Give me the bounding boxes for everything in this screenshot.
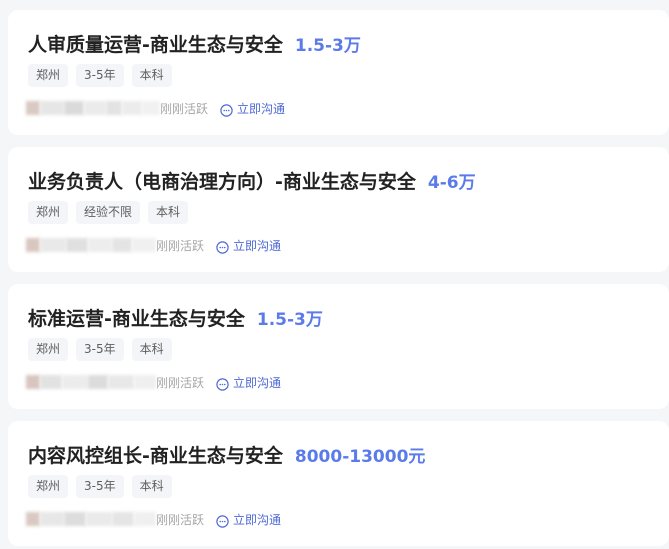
blurred-recruiter-info — [26, 372, 156, 392]
job-salary: 8000-13000元 — [294, 446, 426, 467]
chat-now-label: 立即沟通 — [237, 101, 286, 116]
active-status: 刚刚活跃 — [156, 238, 205, 253]
job-title-row: 业务负责人（电商治理方向）-商业生态与安全 4-6万 — [28, 165, 649, 195]
chat-now-button[interactable]: 立即沟通 — [216, 511, 281, 528]
tag-experience: 3-5年 — [76, 64, 124, 87]
job-card[interactable]: 人审质量运营-商业生态与安全 1.5-3万 郑州 3-5年 本科 刚刚活跃 立即… — [8, 10, 669, 135]
job-tags: 郑州 3-5年 本科 — [28, 338, 172, 361]
chat-now-button[interactable]: 立即沟通 — [216, 374, 281, 391]
job-tags: 郑州 经验不限 本科 — [28, 201, 189, 224]
job-list: 人审质量运营-商业生态与安全 1.5-3万 郑州 3-5年 本科 刚刚活跃 立即… — [8, 10, 669, 546]
job-title-row: 内容风控组长-商业生态与安全 8000-13000元 — [28, 439, 649, 469]
active-status: 刚刚活跃 — [156, 512, 205, 527]
tag-location: 郑州 — [28, 475, 69, 498]
blurred-recruiter-info — [26, 235, 156, 255]
job-title[interactable]: 业务负责人（电商治理方向）-商业生态与安全 — [28, 167, 416, 194]
chat-bubble-icon — [220, 102, 233, 117]
blurred-recruiter-info — [26, 98, 160, 118]
tag-experience: 3-5年 — [76, 338, 124, 361]
job-title-row: 人审质量运营-商业生态与安全 1.5-3万 — [28, 28, 649, 58]
tag-education: 本科 — [148, 201, 189, 224]
tag-education: 本科 — [131, 475, 172, 498]
chat-now-label: 立即沟通 — [233, 512, 282, 527]
chat-bubble-icon — [216, 513, 229, 528]
job-salary: 1.5-3万 — [294, 35, 361, 56]
chat-now-label: 立即沟通 — [233, 375, 282, 390]
job-bottom-row: 刚刚活跃 立即沟通 — [26, 509, 281, 529]
tag-experience: 经验不限 — [76, 201, 141, 224]
chat-bubble-icon — [216, 239, 229, 254]
tag-location: 郑州 — [28, 201, 69, 224]
tag-location: 郑州 — [28, 64, 69, 87]
job-bottom-row: 刚刚活跃 立即沟通 — [26, 98, 285, 118]
active-status: 刚刚活跃 — [160, 101, 209, 116]
job-card[interactable]: 业务负责人（电商治理方向）-商业生态与安全 4-6万 郑州 经验不限 本科 刚刚… — [8, 147, 669, 272]
chat-now-button[interactable]: 立即沟通 — [220, 100, 285, 117]
tag-education: 本科 — [131, 64, 172, 87]
job-title[interactable]: 人审质量运营-商业生态与安全 — [28, 30, 283, 57]
chat-now-button[interactable]: 立即沟通 — [216, 237, 281, 254]
chat-now-label: 立即沟通 — [233, 238, 282, 253]
job-title[interactable]: 标准运营-商业生态与安全 — [28, 304, 245, 331]
job-title[interactable]: 内容风控组长-商业生态与安全 — [28, 441, 283, 468]
job-tags: 郑州 3-5年 本科 — [28, 475, 172, 498]
tag-experience: 3-5年 — [76, 475, 124, 498]
job-title-row: 标准运营-商业生态与安全 1.5-3万 — [28, 302, 649, 332]
chat-bubble-icon — [216, 376, 229, 391]
job-bottom-row: 刚刚活跃 立即沟通 — [26, 235, 281, 255]
job-salary: 4-6万 — [427, 172, 476, 193]
job-card[interactable]: 标准运营-商业生态与安全 1.5-3万 郑州 3-5年 本科 刚刚活跃 立即沟通 — [8, 284, 669, 409]
job-tags: 郑州 3-5年 本科 — [28, 64, 172, 87]
blurred-recruiter-info — [26, 509, 156, 529]
job-salary: 1.5-3万 — [256, 309, 323, 330]
job-bottom-row: 刚刚活跃 立即沟通 — [26, 372, 281, 392]
tag-education: 本科 — [131, 338, 172, 361]
active-status: 刚刚活跃 — [156, 375, 205, 390]
tag-location: 郑州 — [28, 338, 69, 361]
job-card[interactable]: 内容风控组长-商业生态与安全 8000-13000元 郑州 3-5年 本科 刚刚… — [8, 421, 669, 546]
